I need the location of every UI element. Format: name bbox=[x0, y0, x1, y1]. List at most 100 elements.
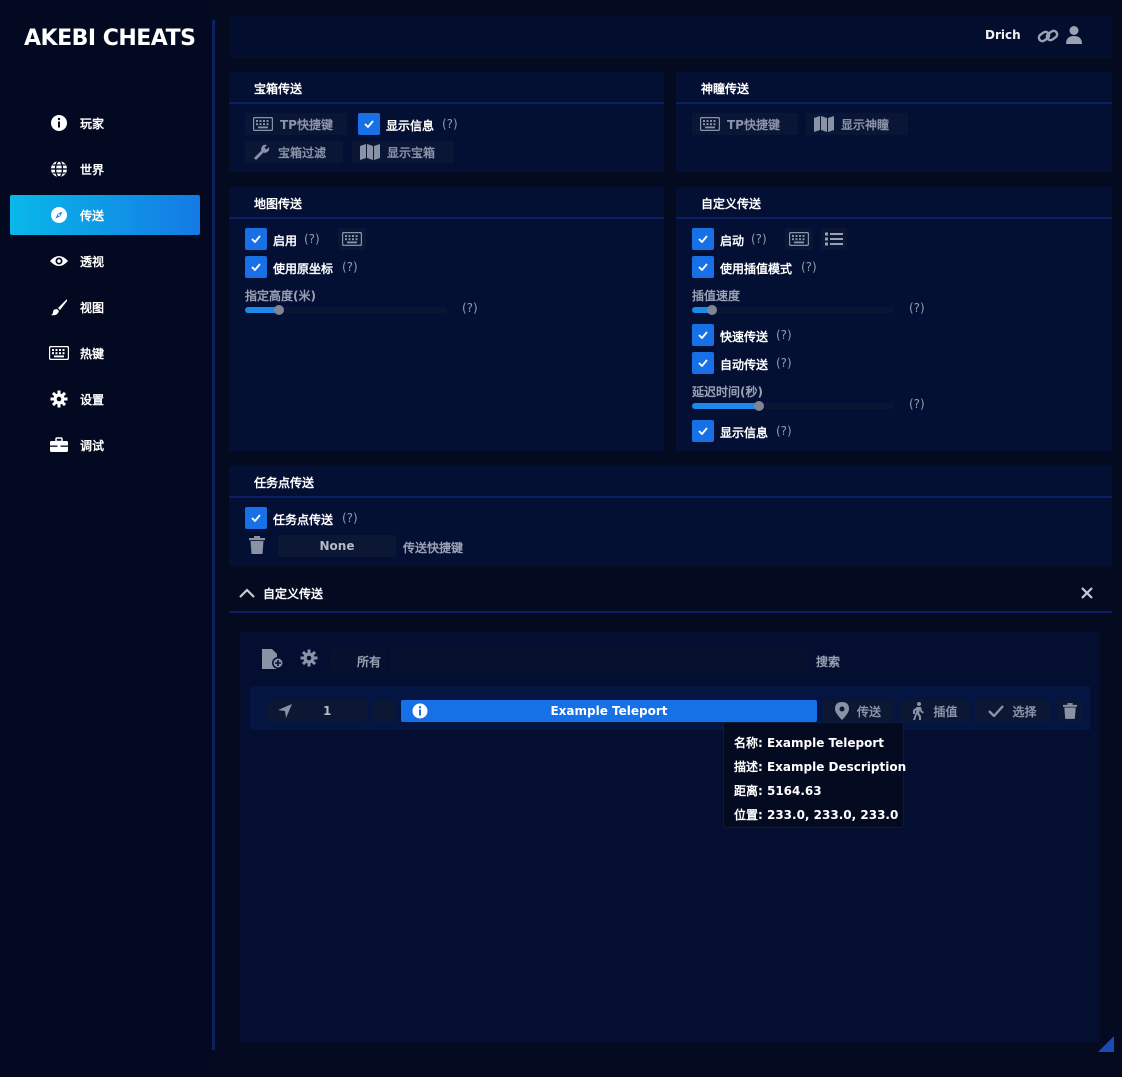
help-marker[interactable]: (?) bbox=[342, 260, 358, 274]
window-title: 自定义传送 bbox=[263, 587, 324, 601]
chevron-up-icon[interactable] bbox=[239, 587, 255, 601]
help-marker[interactable]: (?) bbox=[776, 328, 792, 342]
chip-label: 显示神瞳 bbox=[841, 117, 890, 132]
show-oculi-button[interactable]: 显示神瞳 bbox=[806, 113, 908, 135]
top-bar: Drich bbox=[229, 16, 1112, 58]
interp-speed-slider-knob[interactable] bbox=[707, 305, 717, 315]
auto-teleport-label: 自动传送 bbox=[720, 358, 769, 372]
hotkey-field[interactable]: None bbox=[278, 535, 396, 557]
list-button[interactable] bbox=[821, 228, 847, 250]
keyboard-icon bbox=[342, 232, 362, 246]
chip-label: TP快捷键 bbox=[280, 117, 333, 132]
close-icon[interactable] bbox=[1081, 587, 1093, 602]
help-marker[interactable]: (?) bbox=[776, 356, 792, 370]
color-swatch[interactable] bbox=[373, 700, 395, 722]
delete-button[interactable] bbox=[1058, 700, 1082, 722]
hotkey-label: 传送快捷键 bbox=[403, 541, 464, 555]
sidebar-item-label: 调试 bbox=[80, 438, 105, 453]
info-icon bbox=[412, 703, 428, 722]
teleport-label: 传送 bbox=[856, 704, 881, 719]
sidebar-item-esp[interactable]: 透视 bbox=[10, 241, 200, 281]
chest-teleport-panel: 宝箱传送 TP快捷键 显示信息 (?) 宝箱过滤 显示宝箱 bbox=[229, 72, 664, 172]
checkmark-icon bbox=[698, 235, 708, 243]
keyboard-icon bbox=[253, 117, 273, 131]
help-marker[interactable]: (?) bbox=[304, 232, 320, 246]
sidebar-item-label: 设置 bbox=[80, 392, 105, 407]
show-chests-button[interactable]: 显示宝箱 bbox=[352, 141, 454, 163]
list-icon bbox=[825, 232, 843, 246]
interpolate-button[interactable]: 插值 bbox=[900, 700, 969, 722]
sidebar-item-player[interactable]: 玩家 bbox=[10, 103, 200, 143]
sidebar-item-view[interactable]: 视图 bbox=[10, 287, 200, 327]
index-field[interactable]: 1 bbox=[267, 700, 367, 722]
enable-checkbox[interactable] bbox=[692, 228, 714, 250]
hotkey-button[interactable] bbox=[338, 228, 366, 250]
panel-title: 神瞳传送 bbox=[701, 82, 750, 96]
sidebar-item-label: 视图 bbox=[80, 300, 105, 315]
app-logo: AKEBI CHEATS bbox=[24, 26, 196, 51]
globe-icon bbox=[49, 159, 69, 179]
window-divider bbox=[229, 611, 1112, 613]
show-info-checkbox[interactable] bbox=[692, 420, 714, 442]
panel-title: 自定义传送 bbox=[701, 197, 762, 211]
help-marker[interactable]: (?) bbox=[462, 301, 478, 315]
show-info-checkbox[interactable] bbox=[358, 113, 380, 135]
use-original-coords-checkbox[interactable] bbox=[245, 256, 267, 278]
select-button[interactable]: 选择 bbox=[975, 700, 1050, 722]
enable-checkbox[interactable] bbox=[245, 228, 267, 250]
tooltip-name: 名称: Example Teleport bbox=[734, 736, 885, 750]
help-marker[interactable]: (?) bbox=[801, 260, 817, 274]
chip-label: 宝箱过滤 bbox=[278, 145, 327, 160]
sidebar-item-world[interactable]: 世界 bbox=[10, 149, 200, 189]
enable-label: 启用 bbox=[273, 234, 298, 248]
chest-tp-hotkey-button[interactable]: TP快捷键 bbox=[245, 113, 347, 135]
height-slider-knob[interactable] bbox=[274, 305, 284, 315]
add-file-icon[interactable] bbox=[262, 649, 284, 672]
trash-icon[interactable] bbox=[249, 536, 265, 557]
interpolate-label: 插值 bbox=[933, 704, 958, 719]
teleport-button[interactable]: 传送 bbox=[823, 700, 893, 722]
walking-icon bbox=[913, 702, 925, 720]
help-marker[interactable]: (?) bbox=[342, 511, 358, 525]
sidebar-item-debug[interactable]: 调试 bbox=[10, 425, 200, 465]
help-marker[interactable]: (?) bbox=[909, 397, 925, 411]
link-icon[interactable] bbox=[1037, 26, 1059, 49]
hotkey-button[interactable] bbox=[785, 228, 813, 250]
checkmark-icon bbox=[988, 705, 1005, 717]
resize-grip[interactable] bbox=[1098, 1036, 1114, 1052]
help-marker[interactable]: (?) bbox=[442, 117, 458, 131]
trash-icon bbox=[1063, 703, 1077, 719]
quest-tp-checkbox[interactable] bbox=[245, 507, 267, 529]
sidebar-item-label: 世界 bbox=[80, 162, 105, 177]
teleport-name: Example Teleport bbox=[550, 704, 668, 718]
interp-speed-slider[interactable] bbox=[692, 307, 894, 313]
toolbox-icon bbox=[49, 435, 69, 455]
panel-divider bbox=[676, 102, 1112, 104]
search-label: 搜索 bbox=[816, 655, 841, 669]
user-icon[interactable] bbox=[1065, 25, 1083, 48]
auto-teleport-checkbox[interactable] bbox=[692, 352, 714, 374]
keyboard-icon bbox=[49, 343, 69, 363]
use-interpolation-checkbox[interactable] bbox=[692, 256, 714, 278]
panel-divider bbox=[229, 496, 1112, 498]
filter-dropdown[interactable]: 所有 bbox=[330, 649, 386, 671]
sidebar-divider[interactable] bbox=[212, 20, 215, 1050]
interp-speed-label: 插值速度 bbox=[692, 289, 741, 303]
chest-filter-button[interactable]: 宝箱过滤 bbox=[245, 141, 343, 163]
sidebar-item-hotkeys[interactable]: 热键 bbox=[10, 333, 200, 373]
search-input[interactable] bbox=[391, 649, 809, 671]
checkmark-icon bbox=[698, 427, 708, 435]
fast-teleport-checkbox[interactable] bbox=[692, 324, 714, 346]
filter-value: 所有 bbox=[357, 655, 382, 669]
help-marker[interactable]: (?) bbox=[751, 232, 767, 246]
sidebar-item-settings[interactable]: 设置 bbox=[10, 379, 200, 419]
panel-title: 任务点传送 bbox=[254, 476, 315, 490]
teleport-name-button[interactable]: Example Teleport bbox=[401, 700, 817, 722]
oculi-tp-hotkey-button[interactable]: TP快捷键 bbox=[692, 113, 798, 135]
help-marker[interactable]: (?) bbox=[909, 301, 925, 315]
help-marker[interactable]: (?) bbox=[776, 424, 792, 438]
gear-icon[interactable] bbox=[300, 649, 318, 670]
sidebar-item-teleport[interactable]: 传送 bbox=[10, 195, 200, 235]
gear-icon bbox=[49, 389, 69, 409]
delay-slider-knob[interactable] bbox=[754, 401, 764, 411]
